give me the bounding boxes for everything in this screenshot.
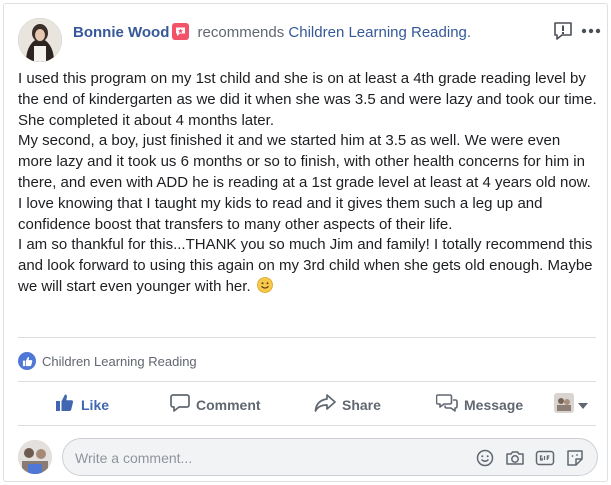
comment-input[interactable]: [75, 448, 455, 468]
comment-label: Comment: [196, 397, 261, 413]
like-button[interactable]: Like: [55, 385, 109, 425]
divider: [18, 337, 596, 338]
share-label: Share: [342, 397, 381, 413]
more-icon[interactable]: [581, 22, 601, 40]
smile-emoji-icon: [256, 277, 273, 293]
page-like-icon: [18, 352, 36, 370]
action-bar: Like Comment Share Message: [18, 385, 596, 425]
post-paragraph-3: I love knowing that I taught my kids to …: [18, 194, 543, 233]
divider: [18, 425, 596, 426]
report-icon[interactable]: [553, 21, 573, 41]
audience-selector[interactable]: [554, 385, 588, 425]
message-label: Message: [464, 397, 524, 413]
sticker-icon[interactable]: [565, 448, 585, 468]
recommend-badge-icon: [172, 23, 190, 40]
author-avatar[interactable]: [18, 18, 62, 62]
post-text: I used this program on my 1st child and …: [18, 69, 598, 298]
caret-down-icon: [578, 396, 588, 414]
comment-button[interactable]: Comment: [170, 385, 261, 425]
like-icon: [55, 393, 75, 418]
post-paragraph-1: I used this program on my 1st child and …: [18, 70, 597, 129]
tagged-page[interactable]: Children Learning Reading: [18, 351, 197, 371]
post-card: Bonnie Wood recommends Children Learning…: [3, 3, 608, 482]
commenter-avatar[interactable]: [18, 440, 52, 474]
message-button[interactable]: Message: [435, 385, 524, 425]
comment-icon: [170, 393, 190, 418]
post-paragraph-2: My second, a boy, just finished it and w…: [18, 132, 591, 191]
camera-icon[interactable]: [505, 448, 525, 468]
gif-icon[interactable]: [535, 448, 555, 468]
tagged-page-name: Children Learning Reading: [42, 353, 197, 369]
post-paragraph-4-text: I am so thankful for this...THANK you so…: [18, 236, 593, 295]
emoji-icon[interactable]: [475, 448, 495, 468]
comment-composer: [62, 438, 598, 476]
message-icon: [435, 393, 458, 418]
share-icon: [314, 393, 336, 418]
profile-thumb: [554, 392, 574, 418]
share-button[interactable]: Share: [314, 385, 381, 425]
recommended-page-link[interactable]: Children Learning Reading.: [288, 24, 471, 41]
divider: [18, 381, 596, 382]
post-paragraph-4: I am so thankful for this...THANK you so…: [18, 235, 598, 297]
like-label: Like: [81, 397, 110, 413]
post-header: Bonnie Wood recommends Children Learning…: [73, 23, 471, 43]
author-name[interactable]: Bonnie Wood: [73, 24, 169, 41]
recommend-verb: recommends: [197, 24, 285, 41]
